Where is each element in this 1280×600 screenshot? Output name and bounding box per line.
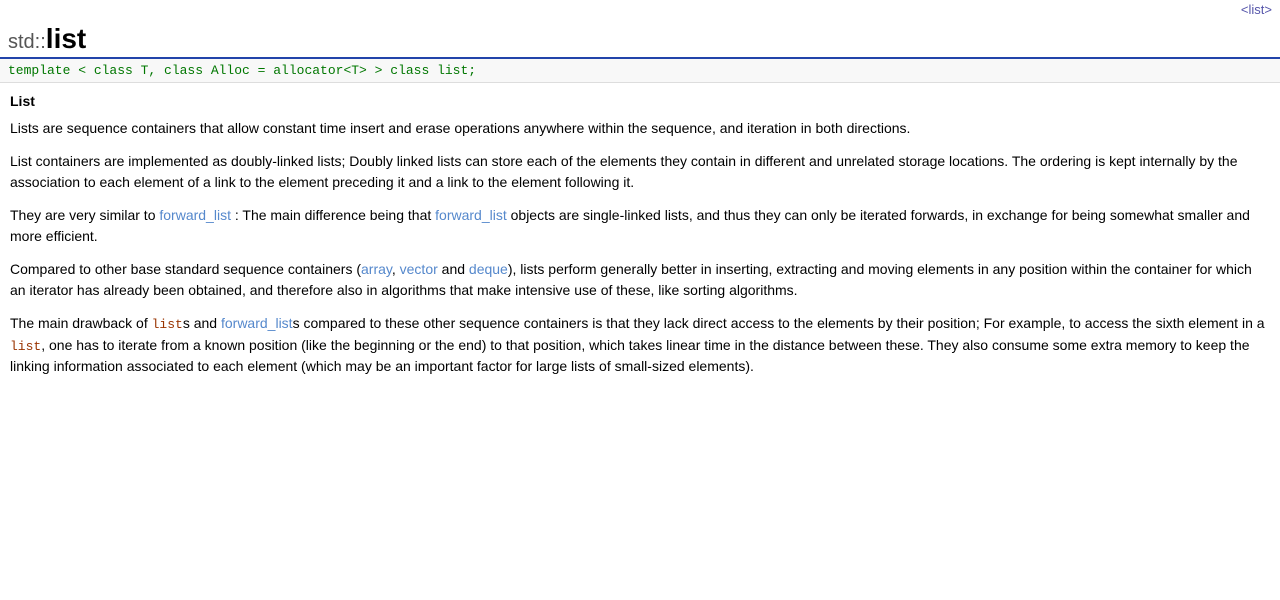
forward-list-link-1[interactable]: forward_list — [159, 207, 231, 223]
template-text: template < class T, class Alloc = alloca… — [8, 63, 476, 78]
paragraph-1: Lists are sequence containers that allow… — [10, 118, 1270, 139]
main-content: List Lists are sequence containers that … — [0, 83, 1280, 397]
page-heading: std::list — [8, 23, 1272, 55]
page-title-section: std::list — [0, 19, 1280, 59]
top-navigation: <list> — [0, 0, 1280, 19]
paragraph-compare: Compared to other base standard sequence… — [10, 259, 1270, 301]
para-fl-mid: : The main difference being that — [235, 207, 431, 223]
paragraph-forward-list: They are very similar to forward_list : … — [10, 205, 1270, 247]
list-nav-link[interactable]: <list> — [1241, 2, 1272, 17]
drawback-mid2: s compared to these other sequence conta… — [293, 315, 1265, 331]
vector-link[interactable]: vector — [400, 261, 438, 277]
compare-comma1: , — [392, 261, 400, 277]
class-name: list — [46, 23, 86, 54]
paragraph-2: List containers are implemented as doubl… — [10, 151, 1270, 193]
drawback-start: The main drawback of — [10, 315, 152, 331]
drawback-mid1: s and — [183, 315, 221, 331]
section-title: List — [10, 91, 1270, 112]
forward-list-link-2[interactable]: forward_list — [435, 207, 507, 223]
deque-link[interactable]: deque — [469, 261, 508, 277]
compare-start: Compared to other base standard sequence… — [10, 261, 361, 277]
list-code-2: list — [10, 339, 41, 354]
template-declaration: template < class T, class Alloc = alloca… — [0, 59, 1280, 83]
array-link[interactable]: array — [361, 261, 392, 277]
forward-list-link-3[interactable]: forward_list — [221, 315, 293, 331]
compare-and: and — [438, 261, 469, 277]
list-code-1: list — [152, 317, 183, 332]
para-fl-start: They are very similar to — [10, 207, 155, 223]
paragraph-drawback: The main drawback of lists and forward_l… — [10, 313, 1270, 377]
drawback-mid3: , one has to iterate from a known positi… — [10, 337, 1250, 375]
namespace-prefix: std:: — [8, 31, 46, 53]
